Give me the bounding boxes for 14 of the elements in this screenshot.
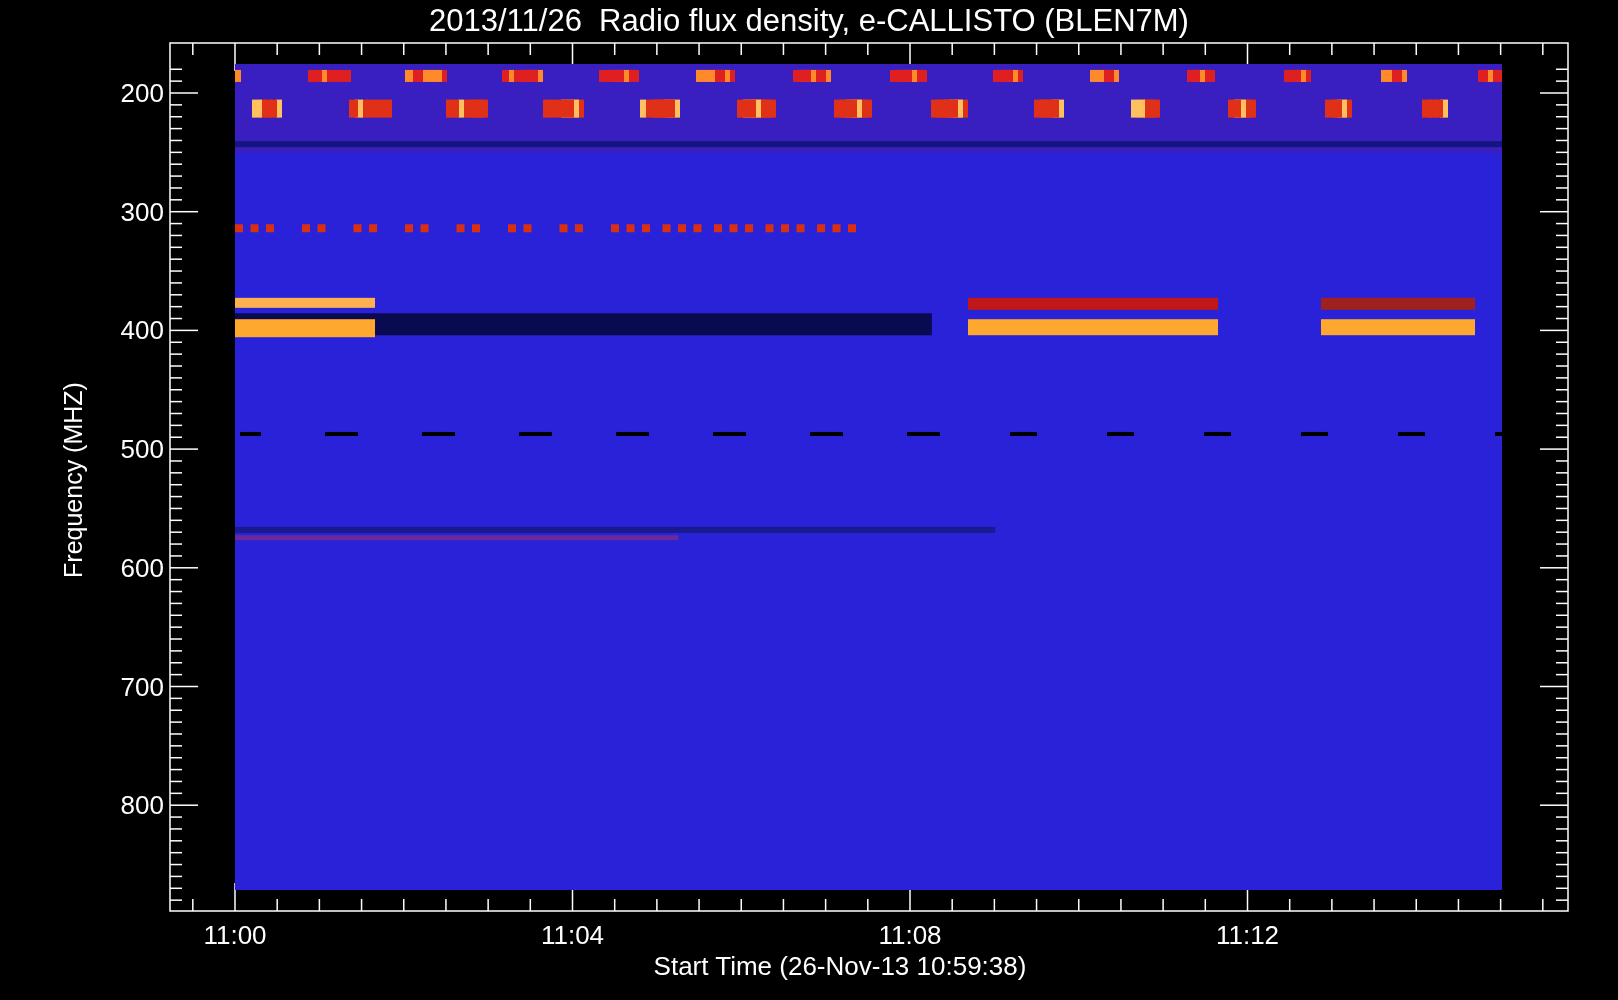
y-tick-label: 300: [119, 196, 164, 227]
x-tick-label: 11:04: [539, 920, 606, 950]
y-tick-label: 700: [119, 671, 164, 702]
y-tick-label: 500: [119, 434, 164, 465]
x-tick-label: 11:08: [877, 920, 943, 950]
y-axis-label: Frequency (MHZ): [58, 381, 88, 580]
x-tick-label: 11:12: [1214, 920, 1281, 950]
chart-title: 2013/11/26 Radio flux density, e-CALLISTO (BLEN7M): [428, 2, 1190, 40]
x-tick-label: 11:00: [202, 920, 268, 950]
x-axis-label: Start Time (26-Nov-13 10:59:38): [652, 951, 1028, 981]
y-tick-label: 200: [119, 78, 164, 108]
y-tick-label: 400: [119, 315, 164, 346]
y-tick-label: 800: [119, 790, 164, 821]
y-tick-label: 600: [119, 552, 164, 583]
